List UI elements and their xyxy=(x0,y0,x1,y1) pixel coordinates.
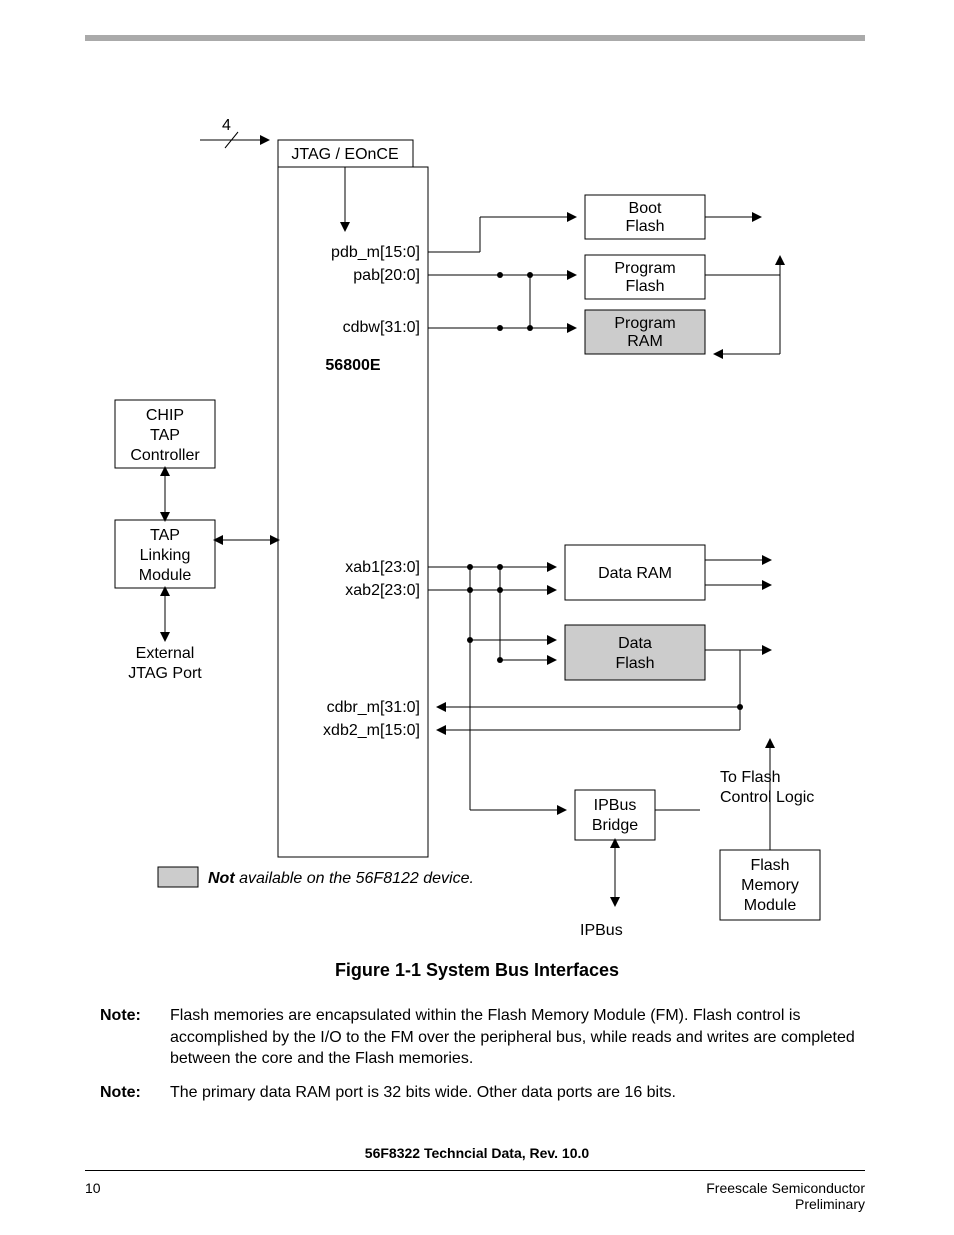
flash-mm-l1: Flash xyxy=(750,857,789,874)
legend-swatch xyxy=(158,867,198,887)
prog-ram-l1: Program xyxy=(614,315,675,332)
footer-status: Preliminary xyxy=(706,1196,865,1212)
prog-flash-l1: Program xyxy=(614,260,675,277)
tap-link-l2: Linking xyxy=(140,547,191,564)
footer-rule xyxy=(85,1170,865,1171)
data-ram-label: Data RAM xyxy=(598,565,672,582)
tap-link-l1: TAP xyxy=(150,527,180,544)
data-flash-l1: Data xyxy=(618,635,652,652)
legend-text: Not available on the 56F8122 device. xyxy=(208,870,474,887)
system-bus-diagram: 56800E JTAG / EOnCE 4 pdb_m[15:0] pab[20… xyxy=(0,0,954,1000)
ext-jtag-l2: JTAG Port xyxy=(128,665,202,682)
data-flash-l2: Flash xyxy=(615,655,654,672)
chip-tap-l3: Controller xyxy=(130,447,200,464)
footer-company: Freescale Semiconductor xyxy=(706,1180,865,1196)
note-label-2: Note: xyxy=(100,1082,170,1104)
jtag-eonce-label: JTAG / EOnCE xyxy=(291,146,398,163)
boot-flash-l2: Flash xyxy=(625,218,664,235)
to-flash-l2: Control Logic xyxy=(720,789,814,806)
note-text-1: Flash memories are encapsulated within t… xyxy=(170,1005,860,1070)
note-text-2: The primary data RAM port is 32 bits wid… xyxy=(170,1082,860,1104)
footer-right: Freescale Semiconductor Preliminary xyxy=(706,1180,865,1212)
note-1: Note: Flash memories are encapsulated wi… xyxy=(100,1005,860,1070)
signal-xdb2-m: xdb2_m[15:0] xyxy=(323,722,420,739)
ext-jtag-l1: External xyxy=(136,645,195,662)
signal-pdb-m: pdb_m[15:0] xyxy=(331,244,420,261)
signal-cdbw: cdbw[31:0] xyxy=(343,319,420,336)
to-flash-l1: To Flash xyxy=(720,769,780,786)
boot-flash-l1: Boot xyxy=(629,200,662,217)
tap-link-l3: Module xyxy=(139,567,192,584)
note-label-1: Note: xyxy=(100,1005,170,1027)
signal-pab: pab[20:0] xyxy=(353,267,420,284)
page-number: 10 xyxy=(85,1180,101,1196)
ipbus-bridge-l1: IPBus xyxy=(594,797,637,814)
prog-flash-l2: Flash xyxy=(625,278,664,295)
bus-width-label: 4 xyxy=(222,117,231,134)
signal-cdbr-m: cdbr_m[31:0] xyxy=(327,699,420,716)
flash-mm-l3: Module xyxy=(744,897,797,914)
flash-mm-l2: Memory xyxy=(741,877,799,894)
ipbus-label: IPBus xyxy=(580,922,623,939)
core-label: 56800E xyxy=(325,357,380,374)
signal-xab1: xab1[23:0] xyxy=(345,559,420,576)
note-2: Note: The primary data RAM port is 32 bi… xyxy=(100,1082,860,1104)
chip-tap-l2: TAP xyxy=(150,427,180,444)
footer-doc: 56F8322 Techncial Data, Rev. 10.0 xyxy=(0,1145,954,1161)
ipbus-bridge-l2: Bridge xyxy=(592,817,638,834)
chip-tap-l1: CHIP xyxy=(146,407,184,424)
prog-ram-l2: RAM xyxy=(627,333,663,350)
signal-xab2: xab2[23:0] xyxy=(345,582,420,599)
figure-caption: Figure 1-1 System Bus Interfaces xyxy=(0,960,954,981)
